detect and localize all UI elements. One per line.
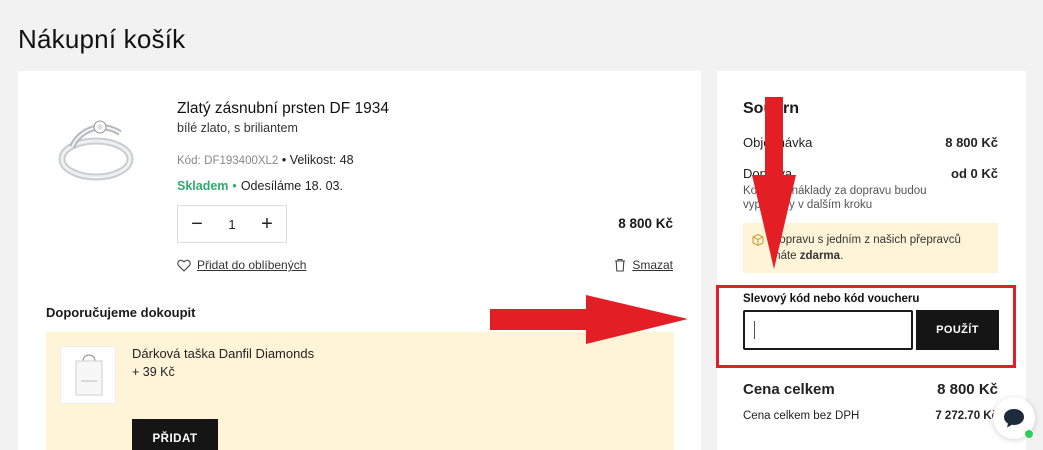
increase-quantity-button[interactable]: +: [258, 214, 276, 234]
net-label: Cena celkem bez DPH: [743, 410, 860, 422]
page-title: Nákupní košík: [18, 24, 186, 54]
stock-status: Skladem: [177, 179, 229, 193]
order-label: Objednávka: [743, 135, 813, 150]
product-code-label: Kód:: [177, 155, 201, 167]
net-value: 7 272.70 Kč: [935, 410, 998, 422]
size-value: 48: [339, 153, 354, 167]
shipping-row: Doprava od 0 Kč: [743, 166, 998, 181]
delete-link[interactable]: Smazat: [614, 258, 673, 272]
order-row: Objednávka 8 800 Kč: [743, 135, 998, 150]
summary-panel: Souhrn Objednávka 8 800 Kč Doprava od 0 …: [717, 71, 1026, 450]
recommend-title: Doporučujeme dokoupit: [46, 305, 196, 320]
product-meta: Kód: DF193400XL2 • Velikost: 48: [177, 153, 354, 167]
availability-separator: •: [232, 179, 237, 193]
trash-icon: [615, 258, 626, 272]
quantity-value[interactable]: 1: [228, 217, 235, 232]
wishlist-label: Přidat do oblíbených: [197, 258, 307, 272]
product-variant: bílé zlato, s briliantem: [177, 121, 298, 135]
shipping-date: Odesíláme 18. 03.: [240, 179, 343, 193]
size-label: Velikost:: [289, 153, 337, 167]
free-shipping-end: .: [840, 250, 844, 262]
order-value: 8 800 Kč: [945, 135, 998, 150]
summary-title: Souhrn: [743, 100, 799, 117]
recommend-product-price: + 39 Kč: [132, 365, 175, 379]
cart-panel: Zlatý zásnubní prsten DF 1934 bílé zlato…: [18, 71, 701, 450]
delete-label: Smazat: [632, 258, 673, 272]
product-price: 8 800 Kč: [618, 216, 673, 231]
availability: Skladem • Odesíláme 18. 03.: [177, 179, 343, 193]
total-label: Cena celkem: [743, 381, 835, 398]
free-shipping-notice: Dopravu s jedním z našich přepravců máte…: [743, 223, 998, 273]
total-row: Cena celkem 8 800 Kč: [743, 381, 998, 398]
free-shipping-bold: zdarma: [799, 250, 841, 262]
quantity-stepper: − 1 +: [177, 205, 287, 243]
total-value: 8 800 Kč: [937, 381, 998, 398]
chat-bubble-icon: [1004, 409, 1024, 428]
recommend-product-name[interactable]: Dárková taška Danfil Diamonds: [132, 346, 314, 361]
recommend-box: Dárková taška Danfil Diamonds + 39 Kč PŘ…: [46, 332, 674, 450]
ring-image[interactable]: [50, 99, 142, 191]
gift-bag-image[interactable]: [60, 346, 116, 404]
shipping-value: od 0 Kč: [951, 166, 998, 181]
heart-icon: [177, 259, 191, 272]
package-icon: [752, 233, 764, 247]
product-code: DF193400XL2: [204, 155, 279, 167]
net-row: Cena celkem bez DPH 7 272.70 Kč: [743, 410, 998, 422]
shipping-note: Konečné náklady za dopravu budou vypočte…: [743, 185, 927, 211]
online-status-dot: [1024, 429, 1034, 439]
meta-separator: •: [281, 153, 287, 167]
add-recommended-button[interactable]: PŘIDAT: [132, 419, 218, 450]
add-to-wishlist-link[interactable]: Přidat do oblíbených: [177, 258, 306, 272]
product-name[interactable]: Zlatý zásnubní prsten DF 1934: [177, 100, 389, 118]
decrease-quantity-button[interactable]: −: [188, 214, 206, 234]
voucher-highlight-box: [716, 285, 1016, 368]
shipping-label: Doprava: [743, 166, 793, 181]
